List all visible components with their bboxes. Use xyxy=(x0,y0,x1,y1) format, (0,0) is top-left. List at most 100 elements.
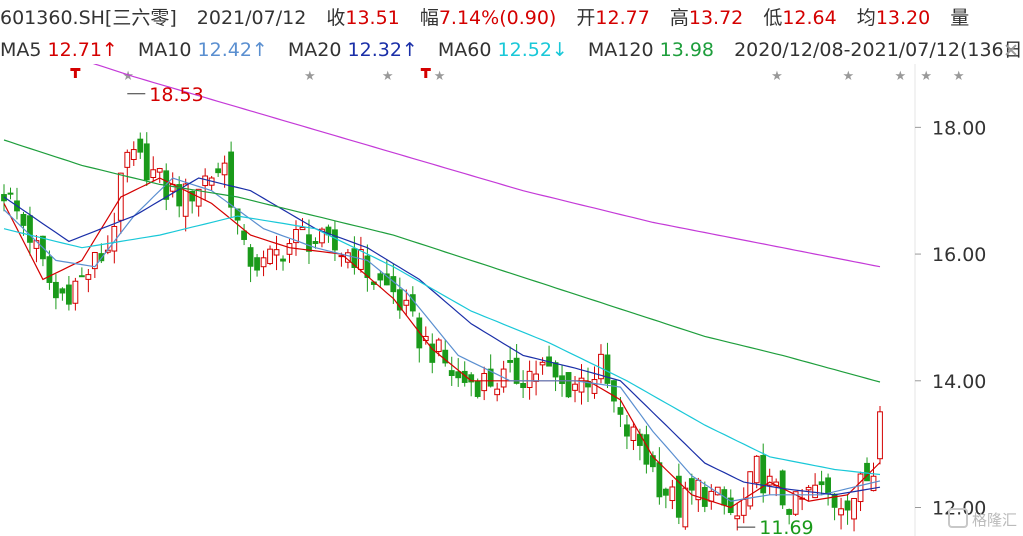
ma60-label: MA60 xyxy=(437,39,492,61)
close-value: 13.51 xyxy=(345,7,400,29)
candle-body xyxy=(448,370,455,377)
candle-body xyxy=(617,407,624,415)
candle-body xyxy=(825,477,831,495)
candle-body xyxy=(299,227,306,231)
star-marker: ★ xyxy=(434,69,446,84)
candle-body xyxy=(559,375,565,385)
ma10-line xyxy=(3,177,881,502)
t-marker xyxy=(73,68,77,78)
candle-body xyxy=(805,486,812,491)
candle-body xyxy=(215,168,222,174)
candle-body xyxy=(78,275,85,278)
candle-body xyxy=(708,490,715,502)
candle-body xyxy=(286,243,293,255)
candlestick-chart: 12.0014.0016.0018.00★★★★★★★★★★★★★★★18.53… xyxy=(1,64,986,536)
candle-body xyxy=(864,462,870,482)
candle-body xyxy=(150,169,157,178)
ma5-line xyxy=(3,177,881,509)
ma120-value: 13.98 xyxy=(659,39,715,61)
candle-body xyxy=(656,462,663,498)
ma-legend-row: MA5 12.71↑ MA10 12.42↑ MA20 12.32↑ MA60 … xyxy=(0,36,1023,64)
open-value: 12.77 xyxy=(595,7,650,29)
candle-body xyxy=(877,411,883,460)
candle-body xyxy=(273,249,280,256)
candle-body xyxy=(669,486,676,502)
candle-body xyxy=(474,380,481,397)
close-icon[interactable] xyxy=(1005,44,1017,56)
avg-label: 均 xyxy=(856,7,876,29)
candle-body xyxy=(435,339,442,352)
stock-code-name: 601360.SH[三六零] xyxy=(0,7,177,29)
candle-body xyxy=(520,383,527,389)
candle-body xyxy=(27,215,33,243)
high-label: 高 xyxy=(669,7,689,29)
candle-body xyxy=(565,372,572,398)
min-price-label: 11.69 xyxy=(759,517,813,536)
candle-body xyxy=(332,229,338,251)
high-value: 13.72 xyxy=(688,7,744,29)
candle-body xyxy=(20,213,27,226)
candle-body xyxy=(221,162,228,176)
ma10-value: 12.42↑ xyxy=(197,39,268,61)
kline-panel: 601360.SH[三六零] 2021/07/12 收13.51 幅7.14%(… xyxy=(0,0,1023,536)
watermark-logo-icon xyxy=(947,508,968,528)
candle-body xyxy=(611,380,617,402)
candle-body xyxy=(241,230,247,240)
candle-body xyxy=(143,143,150,181)
candle-body xyxy=(812,484,819,499)
candle-body xyxy=(747,471,754,507)
candle-body xyxy=(306,234,312,252)
star-marker: ★ xyxy=(894,69,906,84)
candle-body xyxy=(630,426,637,441)
star-marker: ★ xyxy=(382,69,394,84)
candle-body xyxy=(857,473,864,503)
ma20-value: 12.32↑ xyxy=(347,39,418,61)
candle-body xyxy=(130,149,137,160)
ma60-line xyxy=(3,215,881,476)
y-tick-label: 16.00 xyxy=(932,244,986,266)
avg-value: 13.20 xyxy=(875,7,931,29)
candle-body xyxy=(247,247,254,267)
candle-body xyxy=(124,151,131,168)
candle-body xyxy=(818,481,825,486)
ma20-label: MA20 xyxy=(287,39,342,61)
ma120-line xyxy=(3,139,881,383)
ma10-label: MA10 xyxy=(137,39,192,61)
candle-body xyxy=(280,258,286,262)
candle-body xyxy=(254,257,260,271)
star-marker: ★ xyxy=(920,69,932,84)
candle-body xyxy=(59,288,66,294)
low-value: 12.64 xyxy=(782,7,837,29)
candle-body xyxy=(455,371,462,379)
candle-body xyxy=(46,256,53,283)
candle-body xyxy=(552,362,559,378)
candle-body xyxy=(624,424,630,437)
candle-body xyxy=(591,379,598,394)
candle-body xyxy=(526,370,533,388)
candle-body xyxy=(734,515,741,520)
candle-body xyxy=(539,361,546,366)
candle-body xyxy=(507,360,514,363)
ma5-label: MA5 xyxy=(0,39,42,61)
candle-body xyxy=(572,383,578,391)
star-marker: ★ xyxy=(953,69,965,84)
t-marker xyxy=(424,68,428,78)
candle-body xyxy=(753,455,760,484)
volume-label: 量 xyxy=(950,7,970,29)
y-tick-label: 18.00 xyxy=(932,117,986,139)
candle-body xyxy=(202,175,209,187)
star-marker: ★ xyxy=(771,69,783,84)
ma60-value: 12.52↓ xyxy=(497,39,568,61)
y-tick-label: 14.00 xyxy=(932,371,986,393)
candle-body xyxy=(682,487,689,528)
watermark-text: 格隆汇 xyxy=(971,511,1017,529)
candle-body xyxy=(53,281,59,299)
candle-body xyxy=(260,257,267,268)
candle-body xyxy=(65,284,72,305)
quote-header: 601360.SH[三六零] 2021/07/12 收13.51 幅7.14%(… xyxy=(0,4,1023,32)
quote-date: 2021/07/12 xyxy=(196,7,307,29)
candle-body xyxy=(701,487,708,507)
ma120-label: MA120 xyxy=(587,39,654,61)
candle-body xyxy=(72,280,79,304)
candle-body xyxy=(604,354,611,384)
